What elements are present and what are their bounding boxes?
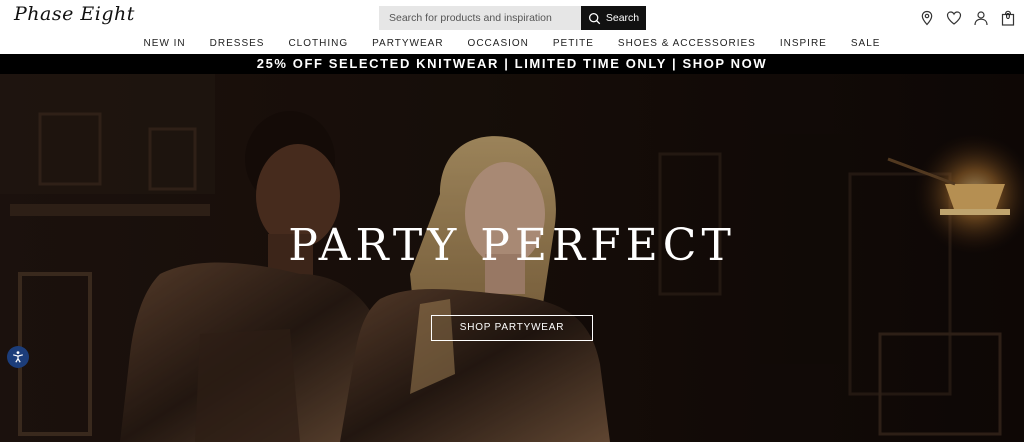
nav-item-sale[interactable]: SALE — [851, 36, 881, 54]
shop-partywear-button[interactable]: SHOP PARTYWEAR — [431, 315, 593, 341]
search-button-label: Search — [605, 12, 640, 24]
nav-item-petite[interactable]: PETITE — [553, 36, 594, 54]
nav-item-new-in[interactable]: NEW IN — [144, 36, 186, 54]
brand-logo[interactable]: Phase Eight — [14, 3, 135, 25]
nav-item-occasion[interactable]: OCCASION — [468, 36, 529, 54]
wishlist-heart-icon[interactable] — [946, 9, 962, 26]
nav-item-partywear[interactable]: PARTYWEAR — [372, 36, 443, 54]
nav-item-shoes-accessories[interactable]: SHOES & ACCESSORIES — [618, 36, 756, 54]
main-navigation: NEW IN DRESSES CLOTHING PARTYWEAR OCCASI… — [0, 36, 1024, 54]
search-bar: Search — [379, 6, 646, 30]
promo-banner[interactable]: 25% OFF SELECTED KNITWEAR | LIMITED TIME… — [0, 54, 1024, 74]
shopping-bag-icon[interactable]: 0 — [1000, 9, 1016, 26]
nav-item-dresses[interactable]: DRESSES — [210, 36, 265, 54]
accessibility-button[interactable] — [7, 346, 29, 368]
nav-item-inspire[interactable]: INSPIRE — [780, 36, 827, 54]
nav-item-clothing[interactable]: CLOTHING — [288, 36, 348, 54]
site-header: Phase Eight Search for products and insp… — [0, 0, 1024, 36]
search-input[interactable] — [379, 6, 581, 30]
search-icon — [588, 12, 601, 24]
hero-title: PARTY PERFECT — [288, 220, 736, 271]
store-locator-icon[interactable] — [919, 9, 935, 26]
search-button[interactable]: Search — [581, 6, 646, 30]
account-icon[interactable] — [973, 9, 989, 26]
accessibility-icon — [13, 351, 23, 363]
header-icons: 0 — [919, 9, 1016, 26]
hero-banner: PARTY PERFECT SHOP PARTYWEAR — [0, 74, 1024, 442]
bag-count: 0 — [1005, 12, 1011, 21]
